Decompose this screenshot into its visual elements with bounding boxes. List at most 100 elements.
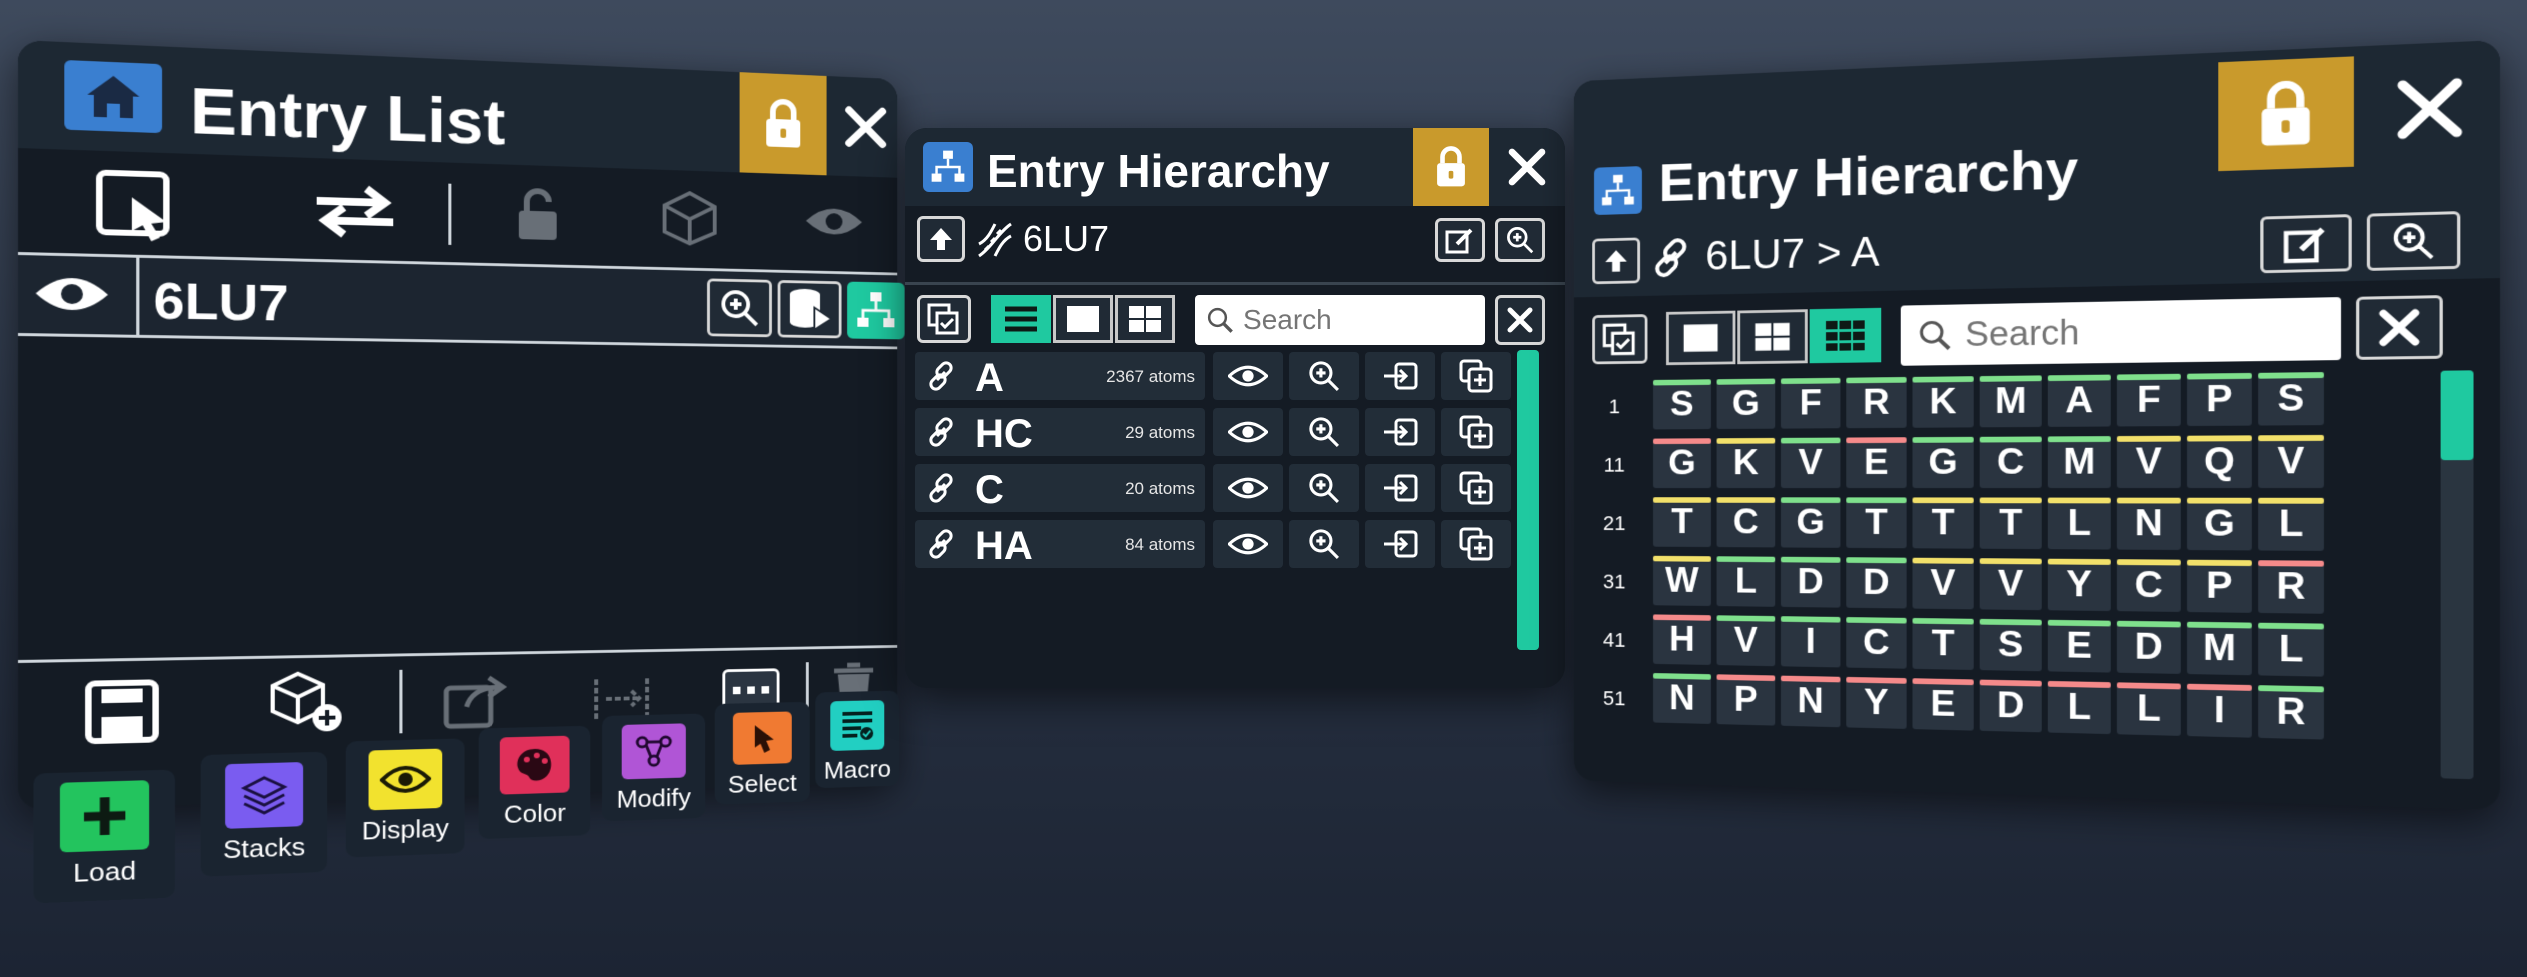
residue-cell[interactable]: F xyxy=(2117,374,2181,427)
grid-view-button[interactable] xyxy=(1115,295,1175,343)
residue-cell[interactable]: L xyxy=(1717,556,1776,607)
chain-row[interactable]: HA 84 atoms xyxy=(915,520,1515,568)
entry-database-button[interactable] xyxy=(778,280,842,338)
chain-zoom-button[interactable] xyxy=(1289,352,1359,400)
lock-button[interactable] xyxy=(740,72,827,175)
residue-cell[interactable]: A xyxy=(2048,375,2111,427)
residue-cell[interactable]: K xyxy=(1913,376,1974,428)
sequence-view-button[interactable] xyxy=(1810,308,1882,363)
clear-search-button[interactable] xyxy=(1495,295,1545,345)
chain-row[interactable]: HC 29 atoms xyxy=(915,408,1515,456)
residue-cell[interactable]: L xyxy=(2258,498,2324,551)
chain-zoom-button[interactable] xyxy=(1289,408,1359,456)
residue-cell[interactable]: Y xyxy=(1846,677,1906,729)
residue-cell[interactable]: V xyxy=(2117,436,2181,488)
chain-visibility-button[interactable] xyxy=(1213,408,1283,456)
residue-cell[interactable]: T xyxy=(1913,497,1974,548)
residue-cell[interactable]: C xyxy=(2117,559,2181,612)
add-box-button[interactable] xyxy=(266,669,350,744)
chain-list-scrollbar[interactable] xyxy=(1517,350,1539,650)
dock-color-button[interactable]: Color xyxy=(479,726,591,839)
residue-cell[interactable]: T xyxy=(1846,497,1906,548)
residue-cell[interactable]: D xyxy=(2117,621,2181,674)
residue-cell[interactable]: Q xyxy=(2187,435,2252,488)
edit-button[interactable] xyxy=(1435,218,1485,262)
chain-add-button[interactable] xyxy=(1441,408,1511,456)
residue-cell[interactable]: G xyxy=(1781,497,1841,548)
residue-cell[interactable]: T xyxy=(1913,618,1974,670)
chain-row[interactable]: C 20 atoms xyxy=(915,464,1515,512)
residue-cell[interactable]: L xyxy=(2258,623,2324,677)
entry-visibility-toggle[interactable] xyxy=(33,271,110,321)
dock-load-button[interactable]: Load xyxy=(33,770,174,904)
residue-cell[interactable]: Y xyxy=(2048,559,2111,611)
residue-cell[interactable]: N xyxy=(1653,673,1711,724)
residue-cell[interactable]: R xyxy=(1846,377,1906,428)
residue-cell[interactable]: V xyxy=(1717,615,1776,666)
residue-cell[interactable]: G xyxy=(1913,437,1974,488)
residue-cell[interactable]: V xyxy=(2258,435,2324,488)
dock-macro-button[interactable]: Macro xyxy=(815,691,899,789)
residue-cell[interactable]: V xyxy=(1913,558,1974,610)
residue-scrollbar[interactable] xyxy=(2441,370,2474,779)
residue-cell[interactable]: D xyxy=(1781,557,1841,608)
residue-cell[interactable]: E xyxy=(1913,678,1974,730)
clear-search-button[interactable] xyxy=(2356,295,2443,360)
chain-name-cell[interactable]: HA 84 atoms xyxy=(915,520,1205,568)
residue-cell[interactable]: K xyxy=(1717,438,1776,488)
lock-button[interactable] xyxy=(1413,128,1489,206)
residue-cell[interactable]: L xyxy=(2048,681,2111,734)
residue-cell[interactable]: N xyxy=(2117,498,2181,550)
zoom-button[interactable] xyxy=(1495,218,1545,262)
residue-cell[interactable]: E xyxy=(1846,437,1906,488)
chain-enter-button[interactable] xyxy=(1365,352,1435,400)
search-input[interactable] xyxy=(1965,308,2341,355)
save-button[interactable] xyxy=(84,678,160,750)
residue-cell[interactable]: I xyxy=(2187,684,2252,738)
select-all-button[interactable] xyxy=(1592,314,1647,364)
select-all-button[interactable] xyxy=(917,295,971,343)
dock-stacks-button[interactable]: Stacks xyxy=(201,752,327,877)
residue-cell[interactable]: T xyxy=(1653,497,1711,547)
single-view-button[interactable] xyxy=(1666,311,1735,366)
entry-hierarchy-button[interactable] xyxy=(847,282,904,340)
residue-cell[interactable]: S xyxy=(2258,372,2324,425)
select-mode-button[interactable] xyxy=(95,168,181,250)
residue-cell[interactable]: V xyxy=(1781,438,1841,488)
single-view-button[interactable] xyxy=(1053,295,1113,343)
close-button[interactable] xyxy=(1499,128,1555,206)
unlock-button[interactable] xyxy=(513,186,563,249)
residue-cell[interactable]: C xyxy=(1980,436,2042,488)
chain-zoom-button[interactable] xyxy=(1289,464,1359,512)
residue-cell[interactable]: P xyxy=(2187,373,2252,426)
residue-cell[interactable]: M xyxy=(2187,622,2252,676)
residue-cell[interactable]: I xyxy=(1781,616,1841,667)
list-view-button[interactable] xyxy=(991,295,1051,343)
chain-add-button[interactable] xyxy=(1441,352,1511,400)
search-input[interactable] xyxy=(1243,304,1485,336)
chain-row[interactable]: A 2367 atoms xyxy=(915,352,1515,400)
residue-cell[interactable]: S xyxy=(1980,619,2042,671)
entry-zoom-button[interactable] xyxy=(707,278,772,337)
lock-button[interactable] xyxy=(2218,56,2354,171)
chain-enter-button[interactable] xyxy=(1365,408,1435,456)
close-button[interactable] xyxy=(840,77,892,178)
scrollbar-thumb[interactable] xyxy=(1517,350,1539,650)
scrollbar-thumb[interactable] xyxy=(2441,370,2474,460)
residue-cell[interactable]: F xyxy=(1781,378,1841,429)
residue-cell[interactable]: P xyxy=(2187,560,2252,613)
hierarchy-titlebar[interactable]: Entry Hierarchy xyxy=(905,128,1565,206)
search-field[interactable] xyxy=(1901,297,2341,366)
residue-cell[interactable]: N xyxy=(1781,676,1841,728)
residue-cell[interactable]: R xyxy=(2258,560,2324,614)
residue-cell[interactable]: C xyxy=(1717,497,1776,547)
dock-modify-button[interactable]: Modify xyxy=(602,714,705,822)
residue-cell[interactable]: T xyxy=(1980,498,2042,550)
residue-cell[interactable]: V xyxy=(1980,558,2042,610)
chain-enter-button[interactable] xyxy=(1365,464,1435,512)
residue-cell[interactable]: G xyxy=(2187,498,2252,551)
up-level-button[interactable] xyxy=(1592,237,1640,284)
zoom-button[interactable] xyxy=(2367,211,2461,271)
chain-name-cell[interactable]: C 20 atoms xyxy=(915,464,1205,512)
chain-visibility-button[interactable] xyxy=(1213,352,1283,400)
